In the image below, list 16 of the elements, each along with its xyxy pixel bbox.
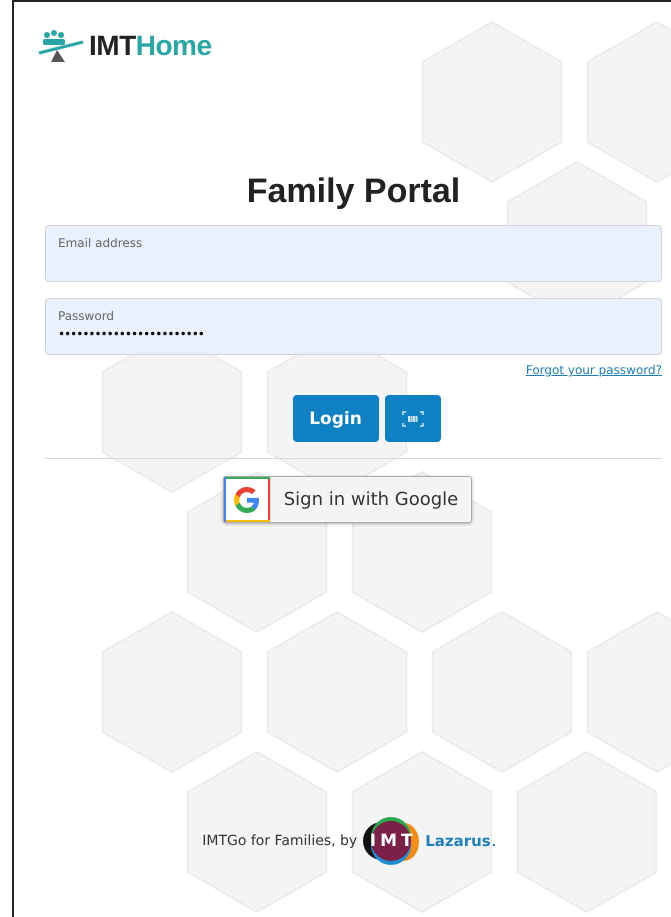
- google-sign-in-button[interactable]: Sign in with Google: [223, 476, 472, 523]
- footer-text: IMTGo for Families, by: [202, 833, 358, 849]
- field-label: Email address: [58, 235, 144, 251]
- field-label: Password: [58, 308, 116, 324]
- forgot-password-link[interactable]: Forgot your password?: [526, 363, 662, 377]
- field-value: ••••••••••••••••••••••••: [58, 326, 205, 343]
- google-g-icon: [234, 486, 260, 512]
- barcode-scan-icon: [402, 410, 424, 426]
- input-field[interactable]: Email address: [45, 225, 662, 282]
- login-button[interactable]: Login: [292, 395, 378, 442]
- input-field[interactable]: Password ••••••••••••••••••••••••: [45, 298, 662, 355]
- page-title: Family Portal: [246, 172, 462, 211]
- imt-logo: I M T: [363, 818, 420, 864]
- partner-logo-text: Lazarus: [425, 832, 495, 850]
- logo-wordmark: IMTHome: [89, 30, 212, 62]
- barcode-scan-button[interactable]: [384, 395, 440, 442]
